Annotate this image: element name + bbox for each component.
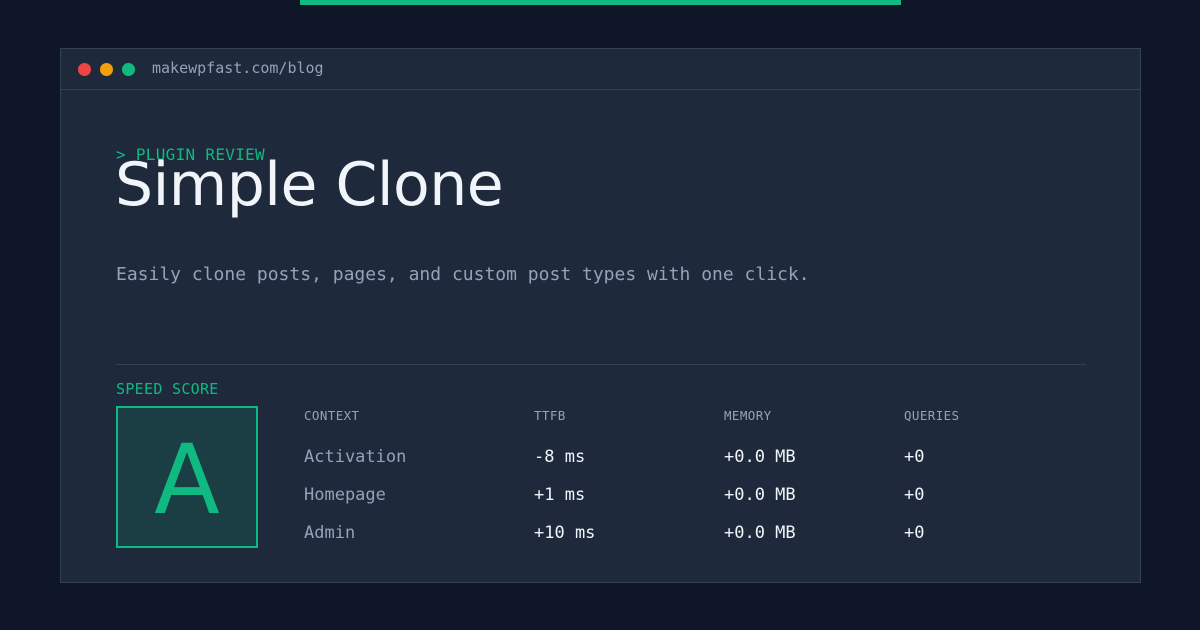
column-header-ttfb: TTFB [534,408,566,423]
speed-grade-letter: A [154,424,220,536]
memory-cell: +0.0 MB [724,523,796,543]
metrics-table: CONTEXT TTFB MEMORY QUERIES Activation -… [304,406,1104,556]
minimize-dot-icon [100,63,113,76]
top-accent-bar [300,0,901,5]
browser-window: makewpfast.com/blog > PLUGIN REVIEW Simp… [60,48,1141,583]
queries-cell: +0 [904,447,925,467]
page-title: Simple Clone [115,150,504,220]
ttfb-cell: -8 ms [534,447,586,467]
speed-grade-badge: A [116,406,258,548]
window-titlebar: makewpfast.com/blog [61,49,1140,90]
table-row: Activation -8 ms +0.0 MB +0 [304,446,1104,470]
queries-cell: +0 [904,523,925,543]
plugin-description: Easily clone posts, pages, and custom po… [116,264,810,285]
column-header-memory: MEMORY [724,408,772,423]
context-cell: Homepage [304,485,386,505]
maximize-dot-icon [122,63,135,76]
address-url: makewpfast.com/blog [152,59,324,77]
table-row: Homepage +1 ms +0.0 MB +0 [304,484,1104,508]
speed-score-label: SPEED SCORE [116,380,219,398]
memory-cell: +0.0 MB [724,447,796,467]
section-divider [116,364,1086,365]
column-header-queries: QUERIES [904,408,960,423]
column-header-context: CONTEXT [304,408,360,423]
table-row: Admin +10 ms +0.0 MB +0 [304,522,1104,546]
memory-cell: +0.0 MB [724,485,796,505]
close-dot-icon [78,63,91,76]
queries-cell: +0 [904,485,925,505]
ttfb-cell: +1 ms [534,485,586,505]
context-cell: Admin [304,523,356,543]
context-cell: Activation [304,447,407,467]
ttfb-cell: +10 ms [534,523,596,543]
